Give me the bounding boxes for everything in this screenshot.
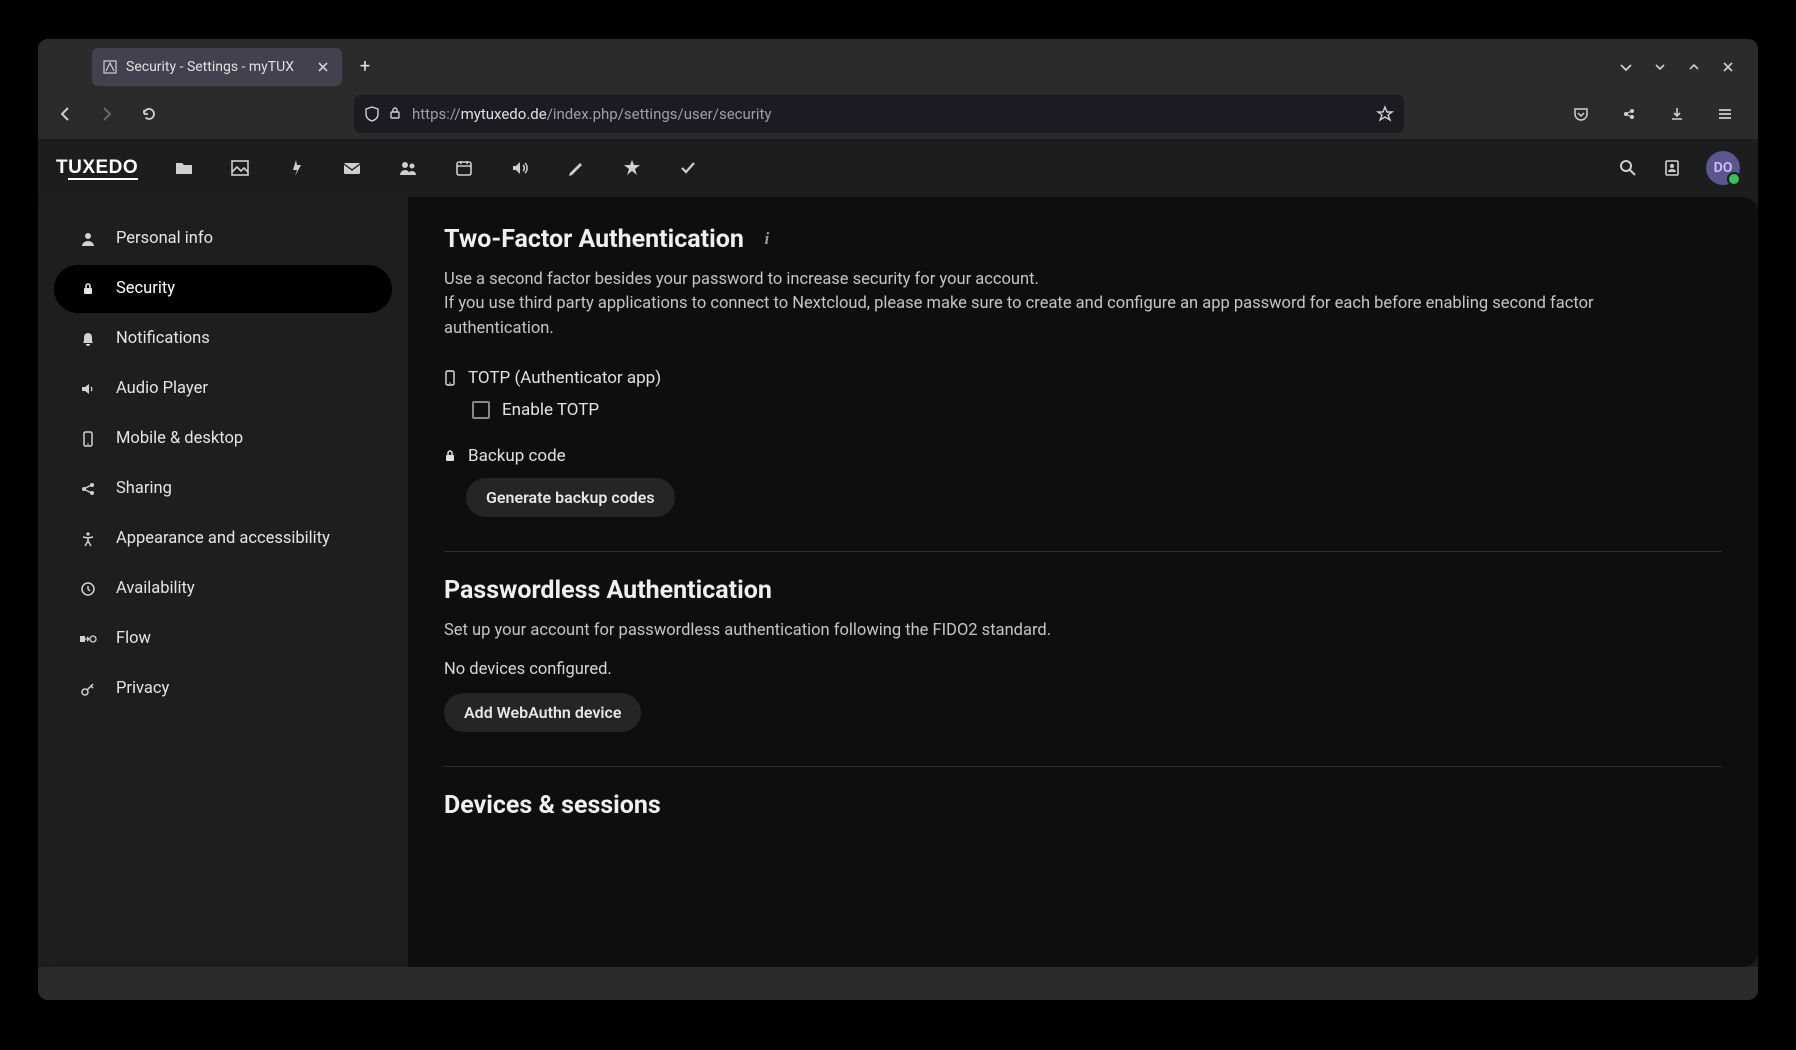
browser-tab-bar: Security - Settings - myTUX +	[38, 39, 1758, 89]
settings-main: Two-Factor Authentication i Use a second…	[408, 197, 1758, 967]
lock-icon	[444, 449, 456, 463]
tabs-dropdown-icon[interactable]	[1616, 57, 1636, 77]
browser-window: Security - Settings - myTUX + https://my…	[38, 39, 1758, 1000]
pocket-icon[interactable]	[1564, 97, 1598, 131]
mail-icon[interactable]	[340, 156, 364, 180]
app-body: Personal info Security Notifications Aud…	[38, 197, 1758, 967]
twofa-description: Use a second factor besides your passwor…	[444, 268, 1694, 342]
backup-code-label: Backup code	[468, 446, 566, 466]
bell-icon	[78, 329, 98, 349]
tab-title: Security - Settings - myTUX	[126, 59, 306, 75]
share-icon	[78, 479, 98, 499]
sidebar-item-label: Availability	[116, 579, 195, 598]
totp-row: TOTP (Authenticator app)	[444, 368, 1722, 388]
accessibility-icon	[78, 529, 98, 549]
tasks-icon[interactable]	[676, 156, 700, 180]
bookmark-star-icon[interactable]	[1376, 105, 1394, 123]
sidebar-item-personal-info[interactable]: Personal info	[54, 215, 392, 263]
settings-sidebar: Personal info Security Notifications Aud…	[38, 197, 408, 967]
sidebar-item-sharing[interactable]: Sharing	[54, 465, 392, 513]
audio-icon[interactable]	[508, 156, 532, 180]
info-icon[interactable]: i	[758, 230, 776, 248]
backup-code-row: Backup code	[444, 446, 1722, 466]
sidebar-item-label: Mobile & desktop	[116, 429, 243, 448]
section-devices: Devices & sessions	[444, 791, 1722, 820]
sidebar-item-label: Flow	[116, 629, 151, 648]
sidebar-item-notifications[interactable]: Notifications	[54, 315, 392, 363]
window-close-icon[interactable]	[1718, 57, 1738, 77]
app-topbar: TUXEDO DO	[38, 139, 1758, 197]
avatar[interactable]: DO	[1706, 151, 1740, 185]
sidebar-item-flow[interactable]: Flow	[54, 615, 392, 663]
sidebar-item-label: Personal info	[116, 229, 213, 248]
browser-toolbar: https://mytuxedo.de/index.php/settings/u…	[38, 89, 1758, 139]
devices-heading: Devices & sessions	[444, 791, 661, 820]
reload-button[interactable]	[132, 97, 166, 131]
calendar-icon[interactable]	[452, 156, 476, 180]
activity-icon[interactable]	[284, 156, 308, 180]
files-icon[interactable]	[172, 156, 196, 180]
sidebar-item-label: Privacy	[116, 679, 169, 698]
sidebar-item-availability[interactable]: Availability	[54, 565, 392, 613]
app-logo[interactable]: TUXEDO	[56, 157, 138, 179]
sidebar-item-label: Appearance and accessibility	[116, 529, 330, 548]
key-icon	[78, 679, 98, 699]
flow-icon	[78, 629, 98, 649]
add-webauthn-device-button[interactable]: Add WebAuthn device	[444, 693, 641, 732]
enable-totp-checkbox[interactable]: Enable TOTP	[472, 400, 1722, 420]
forward-button[interactable]	[90, 97, 124, 131]
downloads-icon[interactable]	[1660, 97, 1694, 131]
contacts-menu-icon[interactable]	[1662, 158, 1682, 178]
totp-label: TOTP (Authenticator app)	[468, 368, 661, 388]
generate-backup-codes-button[interactable]: Generate backup codes	[466, 478, 675, 517]
tab-favicon	[102, 59, 118, 75]
section-passwordless: Passwordless Authentication Set up your …	[444, 576, 1722, 767]
photos-icon[interactable]	[228, 156, 252, 180]
sidebar-item-security[interactable]: Security	[54, 265, 392, 313]
sidebar-item-label: Security	[116, 279, 175, 298]
passwordless-description: Set up your account for passwordless aut…	[444, 619, 1694, 644]
speaker-icon	[78, 379, 98, 399]
sidebar-item-label: Notifications	[116, 329, 210, 348]
shield-icon[interactable]	[364, 106, 380, 122]
section-twofa: Two-Factor Authentication i Use a second…	[444, 225, 1722, 552]
person-icon	[78, 229, 98, 249]
contacts-icon[interactable]	[396, 156, 420, 180]
checkbox-icon	[472, 401, 490, 419]
sidebar-item-mobile-desktop[interactable]: Mobile & desktop	[54, 415, 392, 463]
phone-icon	[444, 370, 456, 386]
window-minimize-icon[interactable]	[1650, 57, 1670, 77]
sidebar-item-audio-player[interactable]: Audio Player	[54, 365, 392, 413]
browser-tab[interactable]: Security - Settings - myTUX	[92, 48, 342, 86]
passwordless-empty-text: No devices configured.	[444, 660, 1722, 679]
address-bar[interactable]: https://mytuxedo.de/index.php/settings/u…	[354, 95, 1404, 133]
window-maximize-icon[interactable]	[1684, 57, 1704, 77]
notes-icon[interactable]	[564, 156, 588, 180]
url-text: https://mytuxedo.de/index.php/settings/u…	[412, 105, 1366, 123]
sidebar-item-privacy[interactable]: Privacy	[54, 665, 392, 713]
sidebar-item-appearance[interactable]: Appearance and accessibility	[54, 515, 392, 563]
passwordless-heading: Passwordless Authentication	[444, 576, 772, 605]
new-tab-button[interactable]: +	[350, 52, 380, 82]
twofa-heading: Two-Factor Authentication	[444, 225, 744, 254]
bookmarks-icon[interactable]	[620, 156, 644, 180]
extension-icon[interactable]	[1612, 97, 1646, 131]
sidebar-item-label: Sharing	[116, 479, 172, 498]
app-nav-icons	[172, 156, 700, 180]
phone-icon	[78, 429, 98, 449]
lock-icon	[78, 279, 98, 299]
tab-close-icon[interactable]	[314, 58, 332, 76]
search-icon[interactable]	[1618, 158, 1638, 178]
app-chrome: TUXEDO DO	[38, 139, 1758, 967]
hamburger-menu-icon[interactable]	[1708, 97, 1742, 131]
clock-icon	[78, 579, 98, 599]
enable-totp-label: Enable TOTP	[502, 400, 599, 420]
sidebar-item-label: Audio Player	[116, 379, 208, 398]
lock-icon[interactable]	[388, 106, 402, 122]
back-button[interactable]	[48, 97, 82, 131]
